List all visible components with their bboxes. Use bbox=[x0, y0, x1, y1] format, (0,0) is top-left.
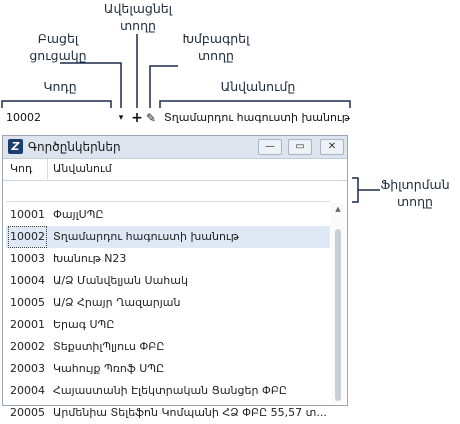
window-title: Գործընկերներ bbox=[28, 140, 121, 154]
table-row[interactable]: 20001 Երագ ՍՊԸ bbox=[6, 314, 330, 336]
row-name-cell: Խանութ N23 bbox=[53, 252, 127, 265]
row-code-cell: 20001 bbox=[10, 318, 45, 331]
row-name-cell: Կահույք Պռոֆ ՍՊԸ bbox=[53, 362, 165, 375]
pencil-icon[interactable]: ✎ bbox=[144, 110, 158, 126]
table-row[interactable]: 20003 Կահույք Պռոֆ ՍՊԸ bbox=[6, 358, 330, 380]
row-code-cell: 10002 bbox=[8, 226, 47, 248]
row-name-cell: Տղամարդու հագուստի խանութ bbox=[53, 230, 239, 243]
scroll-up-icon[interactable]: ▲ bbox=[331, 205, 345, 213]
row-code-cell: 20004 bbox=[10, 384, 45, 397]
table-row[interactable]: 10005 Ա/Ձ Հրայր Ղազարյան bbox=[6, 292, 330, 314]
column-header-name[interactable]: Անվանում bbox=[49, 159, 329, 179]
row-code-cell: 10003 bbox=[10, 252, 45, 265]
row-code-cell: 20005 bbox=[10, 406, 45, 419]
code-field[interactable]: 10002 bbox=[2, 110, 111, 126]
table-row[interactable]: 20005 Արմենիա Տելեֆոն Կոմպանի ՀՁ ՓԲԸ 55,5… bbox=[6, 402, 330, 424]
chevron-down-icon[interactable]: ▾ bbox=[114, 110, 128, 126]
table-row[interactable]: 20002 ՏեքստիլՊլյուս ՓԲԸ bbox=[6, 336, 330, 358]
row-code-cell: 20003 bbox=[10, 362, 45, 375]
row-name-cell: Արմենիա Տելեֆոն Կոմպանի ՀՁ ՓԲԸ 55,57 տ..… bbox=[53, 406, 327, 419]
row-name-cell: Երագ ՍՊԸ bbox=[53, 318, 115, 331]
partners-window: Z Գործընկերներ — ▭ ✕ Կոդ Անվանում 10001 Փ… bbox=[2, 135, 348, 419]
row-code-cell: 20002 bbox=[10, 340, 45, 353]
filter-row-bracket bbox=[352, 177, 359, 203]
partners-grid: Կոդ Անվանում 10001 ՓայլՍՊԸ 10002 Տղամարդու … bbox=[3, 159, 347, 419]
scrollbar-thumb[interactable] bbox=[335, 229, 341, 401]
row-name-cell: ՏեքստիլՊլյուս ՓԲԸ bbox=[53, 340, 165, 353]
row-code-cell: 10001 bbox=[10, 208, 45, 221]
app-logo-icon: Z bbox=[8, 139, 23, 154]
column-header-code[interactable]: Կոդ bbox=[6, 159, 48, 179]
code-bracket bbox=[1, 100, 112, 108]
table-row[interactable]: 10003 Խանութ N23 bbox=[6, 248, 330, 270]
row-code-cell: 10004 bbox=[10, 274, 45, 287]
close-button[interactable]: ✕ bbox=[320, 139, 344, 155]
row-name-cell: Ա/Ձ Մանվելյան Սահակ bbox=[53, 274, 188, 287]
table-row[interactable]: 10002 Տղամարդու հագուստի խանութ bbox=[6, 226, 330, 248]
row-name-cell: Հայաստանի Էլեկտրական Ցանցեր ՓԲԸ bbox=[53, 384, 287, 397]
name-field[interactable]: Տղամարդու հագուստի խանութ bbox=[160, 110, 352, 126]
plus-icon[interactable]: + bbox=[130, 110, 144, 126]
minimize-button[interactable]: — bbox=[258, 139, 282, 155]
filter-row[interactable] bbox=[6, 181, 330, 202]
table-row[interactable]: 20004 Հայաստանի Էլեկտրական Ցանցեր ՓԲԸ bbox=[6, 380, 330, 402]
table-row[interactable]: 10001 ՓայլՍՊԸ bbox=[6, 204, 330, 226]
row-name-cell: ՓայլՍՊԸ bbox=[53, 208, 104, 221]
vertical-scrollbar[interactable]: ▲ bbox=[331, 203, 345, 403]
row-name-cell: Ա/Ձ Հրայր Ղազարյան bbox=[53, 296, 181, 309]
window-titlebar[interactable]: Z Գործընկերներ — ▭ ✕ bbox=[3, 136, 347, 159]
maximize-button[interactable]: ▭ bbox=[288, 139, 312, 155]
row-code-cell: 10005 bbox=[10, 296, 45, 309]
name-bracket bbox=[159, 100, 351, 108]
table-row[interactable]: 10004 Ա/Ձ Մանվելյան Սահակ bbox=[6, 270, 330, 292]
